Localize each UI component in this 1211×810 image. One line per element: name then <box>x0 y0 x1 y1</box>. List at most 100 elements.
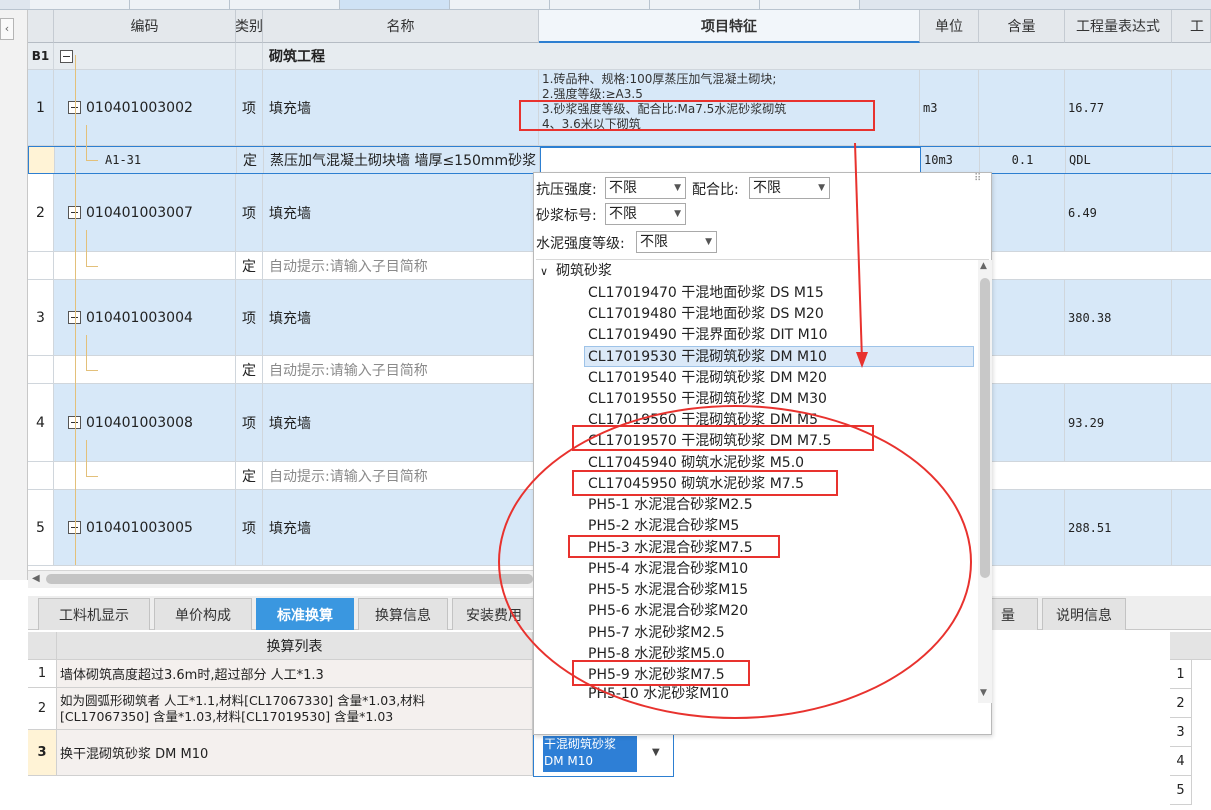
row-number: 1 <box>1170 660 1192 689</box>
conversion-text[interactable]: 墙体砌筑高度超过3.6m时,超过部分 人工*1.3 <box>57 660 533 687</box>
name-cell[interactable]: 填充墙 <box>263 280 539 355</box>
content-cell[interactable]: 0.1 <box>980 147 1066 173</box>
top-tab[interactable] <box>30 0 130 9</box>
header-type[interactable]: 类别 <box>236 10 263 43</box>
header-content[interactable]: 含量 <box>979 10 1065 43</box>
row-number <box>28 252 54 279</box>
tab-conversion-info[interactable]: 换算信息 <box>358 598 448 630</box>
list-item[interactable]: CL17019470 干混地面砂浆 DS M15 <box>588 283 824 304</box>
list-item-selected[interactable]: CL17019530 干混砌筑砂浆 DM M10 <box>584 346 974 367</box>
expr-cell[interactable]: QDL <box>1066 147 1173 173</box>
conversion-list-header: 换算列表 <box>57 632 533 659</box>
chevron-down-icon[interactable]: ▼ <box>652 747 660 758</box>
section-code: B1 <box>28 43 54 69</box>
header-unit[interactable]: 单位 <box>920 10 979 43</box>
name-cell[interactable]: 蒸压加气混凝土砌块墙 墙厚≤150mm砂浆 <box>264 147 540 173</box>
conversion-text[interactable]: 换干混砌筑砂浆 DM M10 <box>57 730 533 775</box>
filter-strength-select[interactable]: 不限 ▼ <box>605 177 686 199</box>
filter-grade-select[interactable]: 不限 ▼ <box>605 203 686 225</box>
type-cell: 定 <box>236 252 263 279</box>
chevron-down-icon: ▼ <box>674 209 681 219</box>
row-number <box>28 462 54 489</box>
type-cell: 项 <box>236 70 263 145</box>
type-cell: 项 <box>236 490 263 565</box>
filter-label-grade: 砂浆标号: <box>536 208 597 224</box>
name-hint[interactable]: 自动提示:请输入子目简称 <box>263 356 539 383</box>
expr-cell[interactable]: 380.38 <box>1065 280 1172 355</box>
top-tab[interactable] <box>450 0 550 9</box>
scrollbar-thumb[interactable] <box>980 278 990 578</box>
item-code: 010401003007 <box>86 204 193 221</box>
expr-cell[interactable]: 93.29 <box>1065 384 1172 461</box>
tab-standard-conversion[interactable]: 标准换算 <box>256 598 354 630</box>
filter-cement-select[interactable]: 不限 ▼ <box>636 231 717 253</box>
row-number: 2 <box>1170 689 1192 718</box>
filter-label-cement: 水泥强度等级: <box>536 236 625 252</box>
filter-value: 不限 <box>640 234 668 250</box>
resize-grip-icon[interactable]: ⠿ <box>974 173 981 184</box>
header-rownum <box>28 10 54 43</box>
header-rownum <box>28 632 57 659</box>
expr-cell[interactable]: 16.77 <box>1065 70 1172 145</box>
header-name[interactable]: 名称 <box>263 10 539 43</box>
annotation-ellipse <box>498 405 972 719</box>
scroll-down-icon[interactable]: ▼ <box>980 688 987 698</box>
item-code: 010401003002 <box>86 99 193 116</box>
conversion-row-selected[interactable]: 3 换干混砌筑砂浆 DM M10 <box>28 730 533 776</box>
row-number: 1 <box>28 70 54 145</box>
top-tab[interactable] <box>760 0 860 9</box>
list-item[interactable]: CL17019540 干混砌筑砂浆 DM M20 <box>588 368 827 389</box>
header-more[interactable]: 工 <box>1172 10 1211 43</box>
header-expr[interactable]: 工程量表达式 <box>1065 10 1172 43</box>
list-item[interactable]: CL17019480 干混地面砂浆 DS M20 <box>588 304 824 325</box>
header-code[interactable]: 编码 <box>54 10 236 43</box>
collapse-left-icon[interactable]: ‹ <box>0 18 14 40</box>
type-cell: 定 <box>236 356 263 383</box>
chevron-down-icon: ▼ <box>674 183 681 193</box>
header-feature[interactable]: 项目特征 <box>539 10 920 43</box>
filter-value: 不限 <box>753 180 781 196</box>
mortar-select[interactable]: 干混砌筑砂浆 DM M10 ▼ <box>533 733 674 777</box>
name-cell[interactable]: 填充墙 <box>263 70 539 145</box>
code-cell <box>54 356 236 383</box>
tree-line <box>86 125 87 160</box>
tab-description[interactable]: 说明信息 <box>1042 598 1126 630</box>
filter-value: 不限 <box>609 206 637 222</box>
unit-cell[interactable]: m3 <box>920 70 979 145</box>
list-item[interactable]: CL17019490 干混界面砂浆 DIT M10 <box>588 325 828 346</box>
scrollbar-thumb[interactable] <box>46 574 533 584</box>
app-window: ‹ 编码 类别 名称 项目特征 单位 含量 工程量表达式 工 B1 砌筑工程 1… <box>0 0 1211 810</box>
expr-cell[interactable]: 288.51 <box>1065 490 1172 565</box>
conversion-row[interactable]: 2 如为圆弧形砌筑者 人工*1.1,材料[CL17067330] 含量*1.03… <box>28 688 533 730</box>
collapse-icon[interactable] <box>60 49 73 63</box>
row-number: 3 <box>28 280 54 355</box>
table-row-selected[interactable]: A1-31 定 蒸压加气混凝土砌块墙 墙厚≤150mm砂浆 10m3 0.1 Q… <box>28 146 1211 174</box>
name-hint[interactable]: 自动提示:请输入子目简称 <box>263 252 539 279</box>
type-cell: 项 <box>236 280 263 355</box>
code-cell <box>54 462 236 489</box>
expr-cell[interactable]: 6.49 <box>1065 174 1172 251</box>
name-cell[interactable]: 填充墙 <box>263 174 539 251</box>
name-cell[interactable]: 填充墙 <box>263 384 539 461</box>
name-hint[interactable]: 自动提示:请输入子目简称 <box>263 462 539 489</box>
row-number: 2 <box>28 688 57 729</box>
top-tab[interactable] <box>650 0 760 9</box>
tree-line <box>86 230 87 266</box>
top-tab[interactable] <box>130 0 230 9</box>
scroll-up-icon[interactable]: ▲ <box>980 261 987 271</box>
tree-group[interactable]: ∨ 砌筑砂浆 <box>540 261 612 282</box>
conversion-text[interactable]: 如为圆弧形砌筑者 人工*1.1,材料[CL17067330] 含量*1.03,材… <box>57 688 533 729</box>
filter-ratio-select[interactable]: 不限 ▼ <box>749 177 830 199</box>
tab-unit-price[interactable]: 单价构成 <box>154 598 252 630</box>
unit-cell[interactable]: 10m3 <box>921 147 980 173</box>
tab-material[interactable]: 工料机显示 <box>38 598 150 630</box>
top-tab[interactable] <box>550 0 650 9</box>
conversion-header-row: 换算列表 <box>28 632 533 660</box>
scroll-left-icon[interactable]: ◀ <box>32 573 40 584</box>
extra-cell <box>1173 147 1211 173</box>
section-row[interactable]: B1 砌筑工程 <box>28 43 1211 70</box>
conversion-row[interactable]: 1 墙体砌筑高度超过3.6m时,超过部分 人工*1.3 <box>28 660 533 688</box>
content-cell[interactable] <box>979 70 1065 145</box>
top-tab-selected[interactable] <box>340 0 450 9</box>
top-tab[interactable] <box>230 0 340 9</box>
